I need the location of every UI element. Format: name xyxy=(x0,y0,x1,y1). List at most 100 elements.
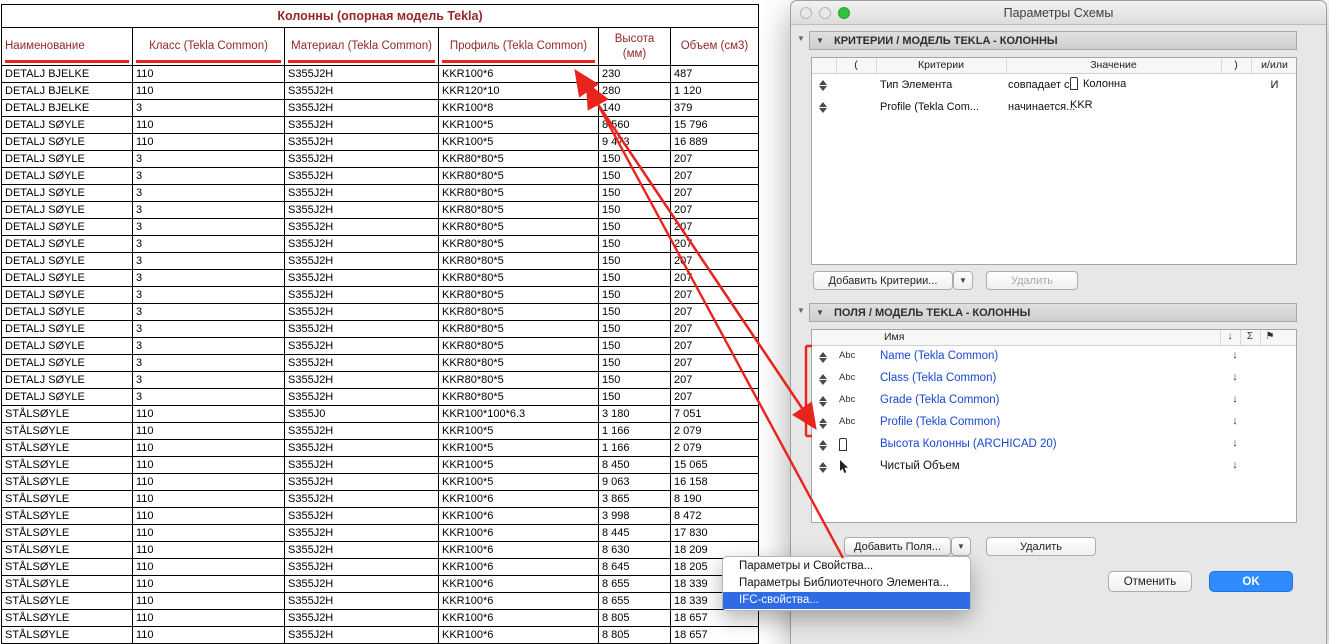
field-name[interactable]: Name (Tekla Common) xyxy=(880,350,998,362)
table-cell: 18 657 xyxy=(670,609,759,627)
table-cell: STÅLSØYLE xyxy=(1,626,133,644)
dialog-titlebar[interactable]: Параметры Схемы xyxy=(791,1,1326,25)
table-cell: 110 xyxy=(132,456,285,474)
reorder-handle-icon[interactable] xyxy=(819,395,828,408)
field-name[interactable]: Чистый Объем xyxy=(880,460,960,472)
reorder-handle-icon[interactable] xyxy=(819,417,828,430)
sort-arrow-icon[interactable]: ↓ xyxy=(1225,415,1245,427)
field-name[interactable]: Высота Колонны (ARCHICAD 20) xyxy=(880,438,1057,450)
table-cell: 16 158 xyxy=(670,473,759,491)
table-row: DETALJ SØYLE 3 S355J2H KKR80*80*5 150 207 xyxy=(1,388,759,406)
column-icon xyxy=(839,438,847,451)
table-cell: S355J2H xyxy=(284,252,439,270)
table-cell: 150 xyxy=(598,337,671,355)
add-fields-button[interactable]: Добавить Поля... xyxy=(844,537,951,556)
criteria-name[interactable]: Profile (Tekla Com... xyxy=(880,101,979,113)
table-cell: KKR80*80*5 xyxy=(438,286,599,304)
table-cell: 8 630 xyxy=(598,541,671,559)
collapse-fields-icon[interactable]: ▼ xyxy=(797,307,805,315)
criteria-value[interactable]: KKR xyxy=(1070,99,1093,111)
sum-column-icon[interactable]: Σ xyxy=(1240,331,1260,342)
criteria-section-header[interactable]: ▼ КРИТЕРИИ / МОДЕЛЬ TEKLA - КОЛОННЫ xyxy=(809,31,1297,50)
table-cell: S355J2H xyxy=(284,422,439,440)
table-cell: 487 xyxy=(670,65,759,83)
field-row[interactable]: Высота Колонны (ARCHICAD 20) ↓ xyxy=(812,434,1296,456)
table-row: DETALJ SØYLE 110 S355J2H KKR100*5 9 473 16 88… xyxy=(1,133,759,151)
menu-item[interactable]: IFC-свойства... xyxy=(723,592,970,609)
criteria-row[interactable]: Тип Элемента совпадает с Колонна И xyxy=(812,74,1296,96)
field-name[interactable]: Grade (Tekla Common) xyxy=(880,394,1000,406)
reorder-handle-icon[interactable] xyxy=(819,351,828,364)
table-cell: STÅLSØYLE xyxy=(1,439,133,457)
table-cell: 150 xyxy=(598,184,671,202)
field-name[interactable]: Profile (Tekla Common) xyxy=(880,416,1000,428)
criteria-operator[interactable]: начинается... xyxy=(1008,101,1075,113)
reorder-handle-icon[interactable] xyxy=(819,373,828,386)
table-cell: 150 xyxy=(598,354,671,372)
criteria-section-title: КРИТЕРИИ / МОДЕЛЬ TEKLA - КОЛОННЫ xyxy=(833,35,1058,47)
table-cell: 3 xyxy=(132,269,285,287)
reorder-handle-icon[interactable] xyxy=(819,79,828,92)
criteria-name[interactable]: Тип Элемента xyxy=(880,79,952,91)
table-cell: DETALJ SØYLE xyxy=(1,252,133,270)
menu-item[interactable]: Параметры и Свойства... xyxy=(723,558,970,575)
window-controls xyxy=(800,7,850,19)
table-cell: DETALJ BJELKE xyxy=(1,82,133,100)
field-row[interactable]: Abc Class (Tekla Common) ↓ xyxy=(812,368,1296,390)
zoom-window-button[interactable] xyxy=(838,7,850,19)
collapse-criteria-icon[interactable]: ▼ xyxy=(797,35,805,43)
add-criteria-dropdown-button[interactable]: ▼ xyxy=(953,271,973,290)
table-row: STÅLSØYLE 110 S355J2H KKR100*6 8 445 17 830 xyxy=(1,524,759,542)
table-row: DETALJ SØYLE 3 S355J2H KKR80*80*5 150 207 xyxy=(1,150,759,168)
red-underline-annotation xyxy=(442,60,595,63)
cancel-button[interactable]: Отменить xyxy=(1108,571,1192,592)
add-criteria-button[interactable]: Добавить Критерии... xyxy=(813,271,953,290)
table-cell: S355J2H xyxy=(284,439,439,457)
sort-arrow-icon[interactable]: ↓ xyxy=(1225,459,1245,471)
table-row: STÅLSØYLE 110 S355J2H KKR100*6 8 655 18 339 xyxy=(1,575,759,593)
field-row[interactable]: Abc Profile (Tekla Common) ↓ xyxy=(812,412,1296,434)
table-cell: 3 xyxy=(132,252,285,270)
table-cell: DETALJ SØYLE xyxy=(1,184,133,202)
table-cell: S355J2H xyxy=(284,235,439,253)
criteria-operator[interactable]: совпадает с xyxy=(1008,79,1070,91)
sort-arrow-icon[interactable]: ↓ xyxy=(1225,393,1245,405)
sort-arrow-icon[interactable]: ↓ xyxy=(1225,371,1245,383)
add-fields-dropdown-button[interactable]: ▼ xyxy=(951,537,971,556)
criteria-value[interactable]: Колонна xyxy=(1070,77,1126,90)
table-cell: 207 xyxy=(670,354,759,372)
minimize-button[interactable] xyxy=(819,7,831,19)
table-cell: 150 xyxy=(598,252,671,270)
table-cell: S355J2H xyxy=(284,150,439,168)
reorder-handle-icon[interactable] xyxy=(819,461,828,474)
table-cell: 17 830 xyxy=(670,524,759,542)
menu-item[interactable]: Параметры Библиотечного Элемента... xyxy=(723,575,970,592)
table-cell: STÅLSØYLE xyxy=(1,524,133,542)
field-row[interactable]: Чистый Объем ↓ xyxy=(812,456,1296,478)
criteria-andor[interactable]: И xyxy=(1251,79,1298,91)
flag-column-icon[interactable]: ⚑ xyxy=(1260,331,1280,342)
field-row[interactable]: Abc Grade (Tekla Common) ↓ xyxy=(812,390,1296,412)
ok-button[interactable]: OK xyxy=(1209,571,1293,592)
schedule-table-body: DETALJ BJELKE 110 S355J2H KKR100*6 230 487 DET… xyxy=(1,65,759,644)
close-button[interactable] xyxy=(800,7,812,19)
delete-fields-button[interactable]: Удалить xyxy=(986,537,1096,556)
sort-column-icon[interactable]: ↓ xyxy=(1220,331,1240,342)
table-cell: 3 xyxy=(132,150,285,168)
sort-arrow-icon[interactable]: ↓ xyxy=(1225,437,1245,449)
field-name[interactable]: Class (Tekla Common) xyxy=(880,372,996,384)
table-cell: 3 xyxy=(132,235,285,253)
reorder-handle-icon[interactable] xyxy=(819,439,828,452)
criteria-row[interactable]: Profile (Tekla Com... начинается... KKR xyxy=(812,96,1296,118)
delete-criteria-button[interactable]: Удалить xyxy=(986,271,1078,290)
field-row[interactable]: Abc Name (Tekla Common) ↓ xyxy=(812,346,1296,368)
table-cell: 3 xyxy=(132,371,285,389)
table-row: DETALJ SØYLE 3 S355J2H KKR80*80*5 150 207 xyxy=(1,320,759,338)
sort-arrow-icon[interactable]: ↓ xyxy=(1225,349,1245,361)
reorder-handle-icon[interactable] xyxy=(819,101,828,114)
table-cell: S355J2H xyxy=(284,201,439,219)
table-cell: STÅLSØYLE xyxy=(1,422,133,440)
fields-section-header[interactable]: ▼ ПОЛЯ / МОДЕЛЬ TEKLA - КОЛОННЫ xyxy=(809,303,1297,322)
table-cell: DETALJ SØYLE xyxy=(1,167,133,185)
abc-icon: Abc xyxy=(839,372,856,383)
